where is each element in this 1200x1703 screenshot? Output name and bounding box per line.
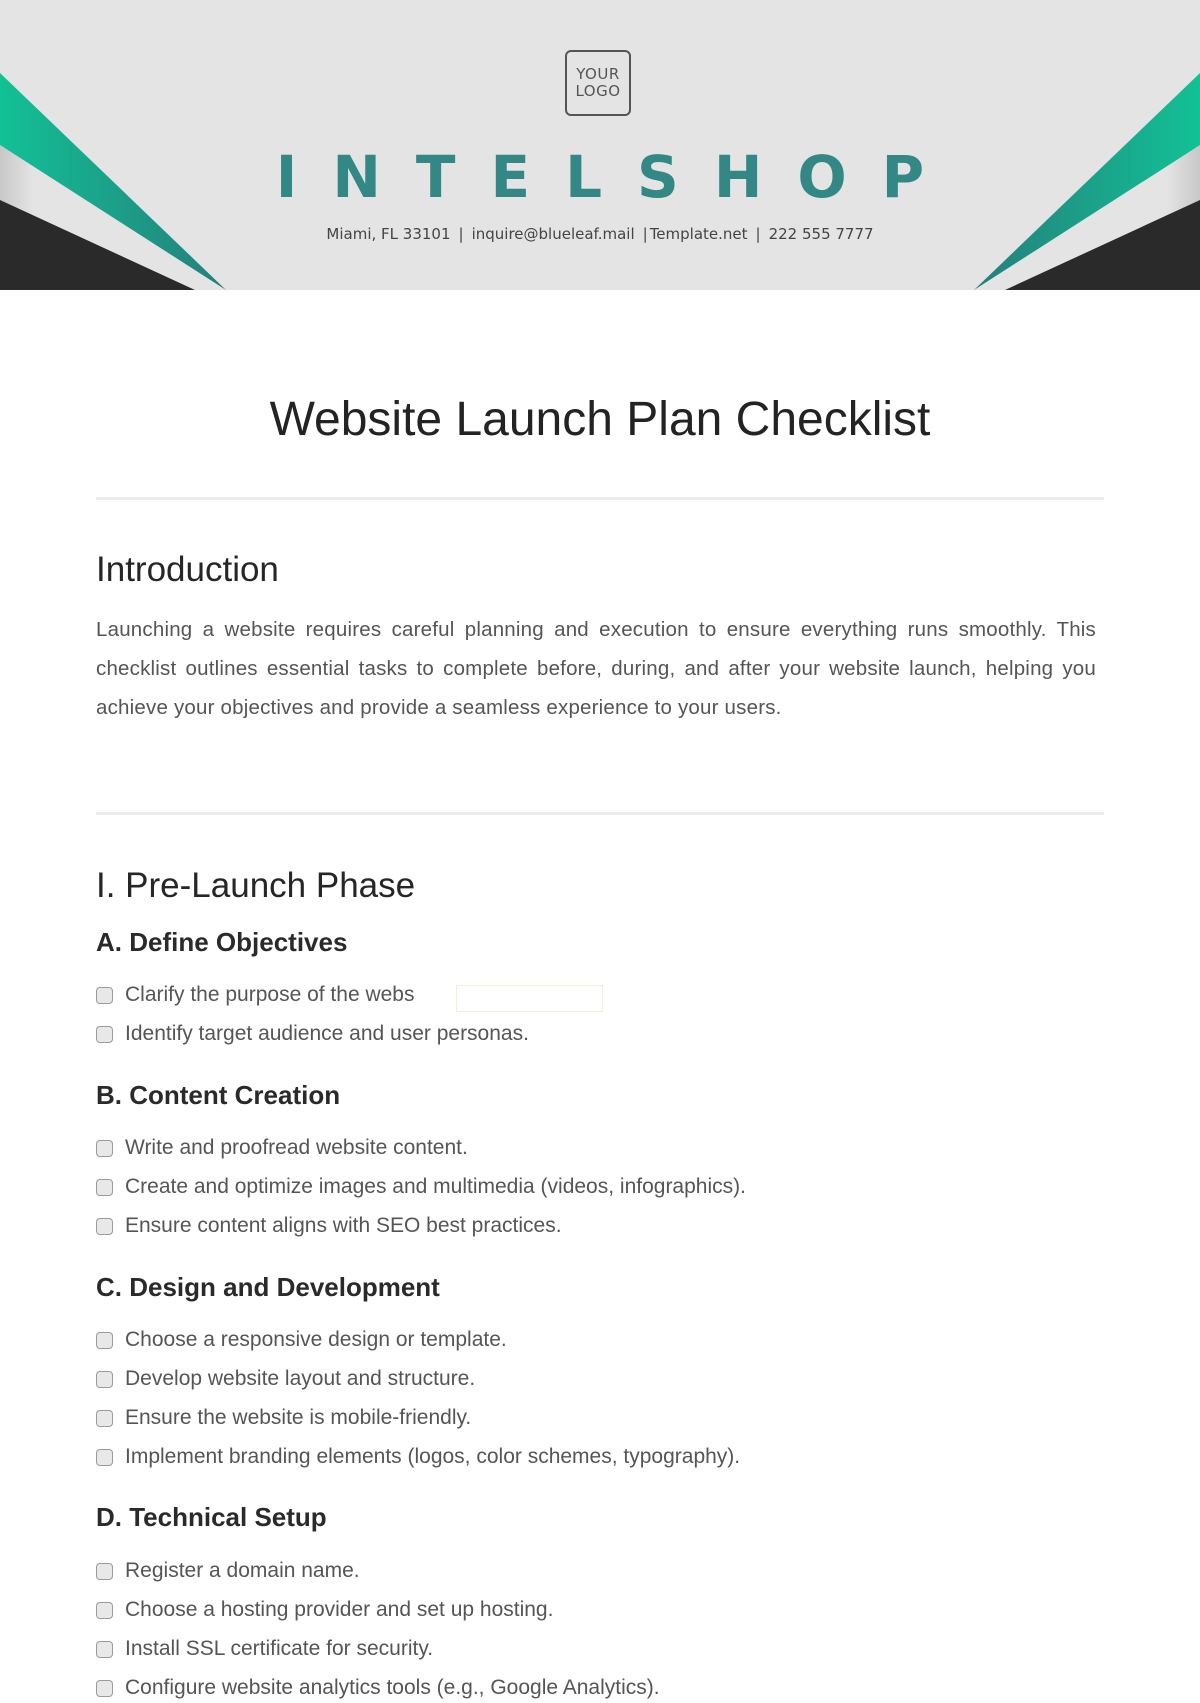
contact-website: Template.net	[649, 225, 748, 243]
checklist-item-label: Identify target audience and user person…	[125, 1022, 529, 1045]
phase-heading: I. Pre-Launch Phase	[96, 866, 416, 905]
checklist-item-label: Install SSL certificate for security.	[125, 1637, 434, 1660]
checklist-item[interactable]: Install SSL certificate for security.	[96, 1634, 433, 1664]
checklist-item[interactable]: Configure website analytics tools (e.g.,…	[96, 1673, 660, 1703]
checkbox[interactable]	[96, 1409, 113, 1427]
separator: |	[755, 225, 761, 243]
letterhead-header: YOUR LOGO INTELSHOP Miami, FL 33101 | inqu…	[0, 0, 1200, 290]
checkbox[interactable]	[96, 1025, 113, 1043]
checklist-item[interactable]: Write and proofread website content.	[96, 1133, 468, 1163]
checklist-item[interactable]: Ensure content aligns with SEO best prac…	[96, 1211, 562, 1241]
introduction-body: Launching a website requires careful pla…	[96, 618, 1096, 719]
checkbox[interactable]	[96, 1217, 113, 1235]
brand-name: INTELSHOP	[275, 143, 960, 211]
contact-line: Miami, FL 33101 | inquire@blueleaf.mail | Te…	[0, 224, 1200, 244]
checklist-item[interactable]: Implement branding elements (logos, colo…	[96, 1442, 740, 1472]
section-heading-define-objectives: A. Define Objectives	[96, 927, 348, 957]
logo-text-line2: LOGO	[575, 82, 621, 100]
section-heading-design-development: C. Design and Development	[96, 1272, 440, 1302]
logo-text-line1: YOUR	[576, 65, 620, 83]
document-title: Website Launch Plan Checklist	[269, 393, 931, 446]
introduction-heading: Introduction	[96, 550, 279, 589]
checklist-item-label: Implement branding elements (logos, colo…	[125, 1445, 741, 1468]
contact-email: inquire@blueleaf.mail	[471, 225, 635, 243]
checkbox[interactable]	[96, 1139, 113, 1157]
checkbox[interactable]	[96, 1331, 113, 1349]
checklist-item-label: Choose a hosting provider and set up hos…	[125, 1598, 554, 1621]
checklist-item-label: Clarify the purpose of the webs	[125, 983, 415, 1006]
contact-phone: 222 555 7777	[768, 225, 874, 243]
separator: |	[458, 225, 464, 243]
checkbox[interactable]	[96, 1448, 113, 1466]
separator: |	[642, 225, 648, 243]
checklist-item[interactable]: Choose a responsive design or template.	[96, 1325, 507, 1355]
checklist-item[interactable]: Choose a hosting provider and set up hos…	[96, 1595, 553, 1625]
checklist-item-label: Create and optimize images and multimedi…	[125, 1175, 746, 1198]
checkbox[interactable]	[96, 986, 113, 1004]
checklist-item-label: Register a domain name.	[125, 1559, 360, 1582]
checklist-item[interactable]: Register a domain name.	[96, 1556, 360, 1586]
checklist-item-label: Develop website layout and structure.	[125, 1367, 476, 1390]
checklist-item-label: Write and proofread website content.	[125, 1136, 468, 1159]
checkbox[interactable]	[96, 1370, 113, 1388]
checklist-item-label: Configure website analytics tools (e.g.,…	[125, 1676, 660, 1699]
checklist-item[interactable]: Identify target audience and user person…	[96, 1019, 529, 1049]
logo-placeholder: YOUR LOGO	[565, 50, 631, 116]
checkbox[interactable]	[96, 1640, 113, 1658]
text-overlay-box	[456, 985, 603, 1012]
section-heading-content-creation: B. Content Creation	[96, 1080, 341, 1110]
checkbox[interactable]	[96, 1178, 113, 1196]
checklist-item[interactable]: Ensure the website is mobile-friendly.	[96, 1403, 471, 1433]
checkbox[interactable]	[96, 1601, 113, 1619]
checklist-item-label: Ensure content aligns with SEO best prac…	[125, 1214, 562, 1237]
checklist-item-label: Choose a responsive design or template.	[125, 1328, 507, 1351]
checklist-item[interactable]: Create and optimize images and multimedi…	[96, 1172, 746, 1202]
checkbox[interactable]	[96, 1679, 113, 1697]
section-heading-technical-setup: D. Technical Setup	[96, 1502, 327, 1532]
checklist-item[interactable]: Clarify the purpose of the webs	[96, 980, 415, 1010]
checklist-item[interactable]: Develop website layout and structure.	[96, 1364, 475, 1394]
divider	[96, 497, 1104, 500]
divider	[96, 812, 1104, 815]
checklist-item-label: Ensure the website is mobile-friendly.	[125, 1406, 472, 1429]
checkbox[interactable]	[96, 1562, 113, 1580]
contact-address: Miami, FL 33101	[326, 225, 451, 243]
